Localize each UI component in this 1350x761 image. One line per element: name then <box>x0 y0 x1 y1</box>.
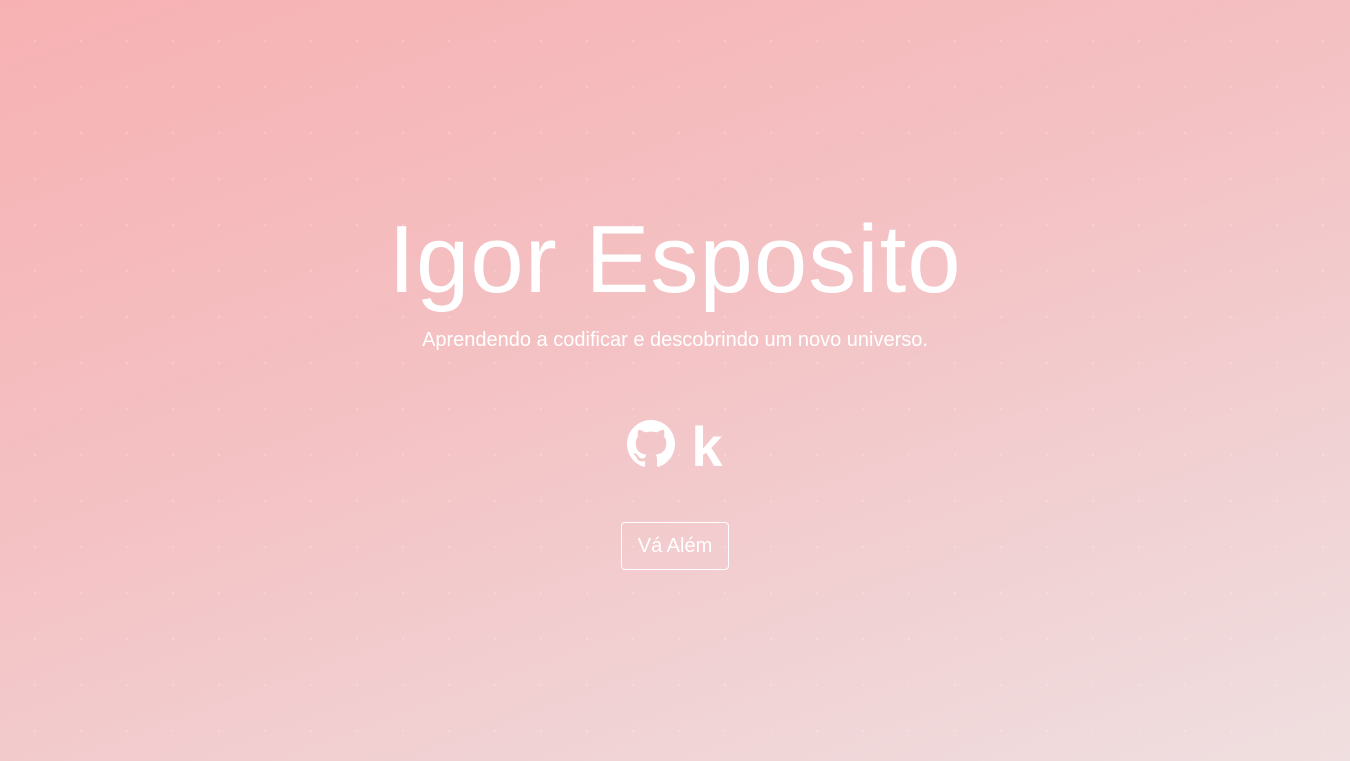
hero-tagline: Aprendendo a codificar e descobrindo um … <box>422 329 928 351</box>
hero-name: Igor Esposito <box>388 206 962 313</box>
github-icon <box>627 420 676 467</box>
va-alem-button[interactable]: Vá Além <box>620 522 730 570</box>
social-links: k <box>627 413 723 475</box>
k-link[interactable]: k <box>691 413 722 475</box>
k-icon: k <box>691 415 723 478</box>
hero-section: Igor Esposito Aprendendo a codificar e d… <box>0 0 1350 761</box>
github-link[interactable] <box>627 420 676 468</box>
